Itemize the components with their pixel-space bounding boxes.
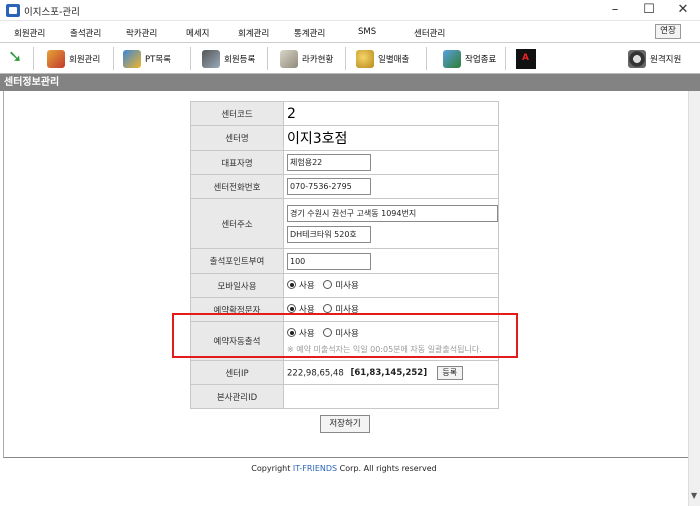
scrollbar[interactable]: ▼ [688,91,700,506]
footer: Copyright IT-FRIENDS Corp. All rights re… [0,458,688,480]
members-icon [47,49,65,68]
remote-support-button[interactable]: 원격지원 [628,46,681,71]
toolbar-separator [505,47,506,70]
toolbar-separator [345,47,346,70]
current-ip-value: [61,83,145,252] [350,368,428,378]
toolbar-separator [190,47,191,70]
center-info-form: 센터코드 2 센터명 이지3호점 대표자명 체험용22 센터전화번호 070-7… [190,101,499,409]
highlight-box [172,313,518,358]
sales-icon [356,49,374,68]
back-arrow-button[interactable] [8,46,30,71]
arrow-icon [8,47,26,68]
toolbar-label: 라카현황 [302,54,334,65]
menu-bar: 회원관리 출석관리 락카관리 메세지 회계관리 통계관리 SMS 센터관리 연장 [0,21,700,43]
toolbar-pt-button[interactable]: PT목록 [123,46,171,71]
menu-statistics[interactable]: 통계관리 [294,27,325,39]
center-code-label: 센터코드 [190,101,284,126]
attendance-points-label: 출석포인트부여 [190,248,284,274]
radio-empty-icon [323,304,333,314]
toolbar-label: 일별매출 [378,54,410,65]
toolbar-sales-button[interactable]: 일별매출 [356,46,409,71]
title-bar: 이지스포-관리 – ☐ ✕ [0,0,700,21]
menu-sms[interactable]: SMS [358,27,376,37]
radio-label: 미사용 [335,280,359,291]
menu-member[interactable]: 회원관리 [14,27,45,39]
menu-attendance[interactable]: 출석관리 [70,27,101,39]
phone-label: 센터전화번호 [190,174,284,199]
footer-prefix: Copyright [251,464,293,473]
menu-message[interactable]: 메세지 [186,27,209,39]
representative-input[interactable]: 체험용22 [287,154,371,171]
extend-button[interactable]: 연장 [655,24,681,39]
radio-selected-icon [287,304,296,314]
toolbar-locker-button[interactable]: 라카현황 [280,46,333,71]
locker-icon [280,49,298,68]
menu-locker[interactable]: 락카관리 [126,27,157,39]
pt-icon [123,49,141,68]
remote-support-icon [628,49,646,68]
section-title: 센터정보관리 [0,74,700,91]
toolbar-separator [113,47,114,70]
app-icon [6,4,20,17]
radio-selected-icon [287,280,296,290]
toolbar-separator [33,47,34,70]
register-icon [202,49,220,68]
save-button[interactable]: 저장하기 [320,415,370,433]
mobile-use-yes-radio[interactable]: 사용 [287,279,315,291]
remote-support-label: 원격지원 [650,54,682,65]
toolbar-label: PT목록 [145,54,171,65]
toolbar-exit-button[interactable]: 작업종료 [443,46,496,71]
exit-icon [443,49,461,68]
scroll-down-icon[interactable]: ▼ [691,491,697,500]
hq-id-label: 본사관리ID [190,384,284,409]
toolbar-label: 작업종료 [465,54,497,65]
center-ip-label: 센터IP [190,360,284,385]
mobile-use-no-radio[interactable]: 미사용 [323,279,359,291]
toolbar-label: 회원관리 [69,54,101,65]
app-logo-icon[interactable] [516,49,536,69]
address-line2-input[interactable]: DH테크타워 520호 [287,225,371,243]
center-ip-value: 222,98,65,48 [287,368,344,378]
center-name-label: 센터명 [190,125,284,151]
register-ip-button[interactable]: 등록 [436,365,463,380]
menu-accounting[interactable]: 회계관리 [238,27,269,39]
toolbar-label: 회원등록 [224,54,256,65]
address-line1-input[interactable]: 경기 수원시 권선구 고색동 1094번지 [287,204,498,222]
toolbar-separator [267,47,268,70]
footer-suffix: Corp. All rights reserved [337,464,437,473]
radio-empty-icon [323,280,333,290]
toolbar-register-button[interactable]: 회원등록 [202,46,255,71]
toolbar: 회원관리 PT목록 회원등록 라카현황 일별매출 작업종료 원격지원 [0,43,700,74]
bottom-area [0,480,688,506]
menu-center[interactable]: 센터관리 [414,27,445,39]
minimize-button[interactable]: – [598,0,632,21]
window-title: 이지스포-관리 [24,7,80,18]
center-name-value: 이지3호점 [287,131,348,147]
radio-label: 사용 [299,280,315,291]
representative-label: 대표자명 [190,150,284,175]
toolbar-member-button[interactable]: 회원관리 [47,46,100,71]
attendance-points-input[interactable]: 100 [287,252,371,270]
close-button[interactable]: ✕ [666,0,700,21]
address-label: 센터주소 [190,198,284,249]
footer-brand: IT-FRIENDS [292,464,338,473]
maximize-button[interactable]: ☐ [632,0,666,21]
mobile-use-label: 모바일사용 [190,273,284,298]
toolbar-separator [426,47,427,70]
phone-input[interactable]: 070-7536-2795 [287,178,371,195]
center-code-value: 2 [287,105,296,122]
